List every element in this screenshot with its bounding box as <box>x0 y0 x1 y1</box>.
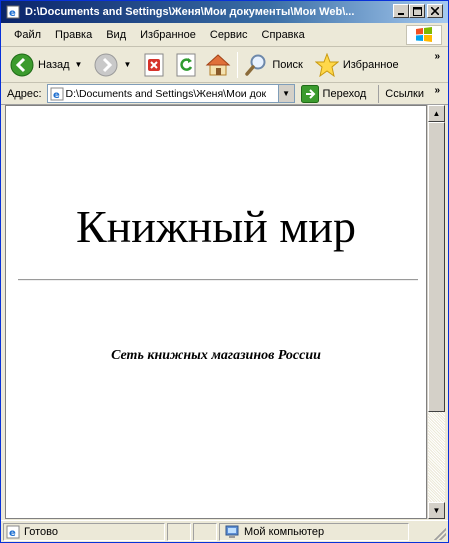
forward-button[interactable]: ▼ <box>91 50 134 80</box>
window-title: D:\Documents and Settings\Женя\Мои докум… <box>25 6 355 18</box>
menu-tools[interactable]: Сервис <box>203 29 255 41</box>
security-zone-text: Мой компьютер <box>244 525 325 538</box>
address-input[interactable]: e D:\Documents and Settings\Женя\Мои док… <box>46 84 295 103</box>
refresh-button[interactable] <box>172 50 200 80</box>
svg-text:e: e <box>9 528 16 539</box>
home-button[interactable] <box>202 50 234 80</box>
search-icon <box>245 54 266 76</box>
ie-page-icon: e <box>6 525 20 539</box>
minimize-button[interactable] <box>393 4 409 18</box>
computer-icon <box>225 525 239 538</box>
refresh-icon <box>176 53 196 76</box>
search-label: Поиск <box>272 58 303 71</box>
maximize-button[interactable] <box>409 4 425 18</box>
toolbar-overflow-icon[interactable]: » <box>434 51 440 62</box>
menu-file[interactable]: Файл <box>7 29 48 41</box>
status-bar: e Готово Мой компьютер <box>1 520 448 542</box>
status-pane-empty <box>167 522 191 541</box>
back-label: Назад <box>38 58 70 71</box>
horizontal-rule <box>18 279 418 281</box>
scroll-track[interactable] <box>428 412 445 502</box>
stop-button[interactable] <box>140 50 168 80</box>
scroll-down-button[interactable]: ▼ <box>428 502 445 519</box>
chevron-down-icon[interactable]: ▼ <box>123 60 131 69</box>
favorites-button[interactable]: Избранное <box>312 50 402 80</box>
page-subtitle: Сеть книжных магазинов России <box>111 348 321 363</box>
status-text: Готово <box>24 525 58 538</box>
address-label: Адрес: <box>7 87 42 100</box>
maximize-icon <box>412 6 422 16</box>
security-zone-pane: Мой компьютер <box>219 522 409 541</box>
windows-logo-icon <box>406 25 442 45</box>
scroll-thumb[interactable] <box>428 122 445 412</box>
close-button[interactable] <box>427 4 443 18</box>
stop-icon <box>144 53 164 76</box>
favorites-label: Избранное <box>342 58 399 71</box>
menu-favorites[interactable]: Избранное <box>133 29 203 41</box>
chevron-down-icon[interactable]: ▼ <box>75 60 83 69</box>
menu-view[interactable]: Вид <box>99 29 133 41</box>
links-button[interactable]: Ссылки <box>378 84 424 103</box>
go-label: Переход <box>322 87 367 100</box>
page-content: Книжный мир Сеть книжных магазинов Росси… <box>5 105 427 519</box>
toolbar: Назад ▼ ▼ Поиск Избранное » <box>1 47 448 83</box>
address-dropdown-button[interactable]: ▼ <box>277 85 294 102</box>
menu-edit[interactable]: Правка <box>48 29 99 41</box>
back-arrow-icon <box>10 53 34 76</box>
menu-help[interactable]: Справка <box>255 29 312 41</box>
title-bar[interactable]: e D:\Documents and Settings\Женя\Мои док… <box>1 1 448 23</box>
page-heading: Книжный мир <box>75 201 357 252</box>
svg-text:e: e <box>9 8 16 19</box>
back-button[interactable]: Назад ▼ <box>7 50 85 80</box>
minimize-icon <box>398 13 404 15</box>
menu-bar: Файл Правка Вид Избранное Сервис Справка <box>1 23 448 47</box>
resize-grip[interactable] <box>434 528 446 540</box>
status-pane-empty <box>193 522 217 541</box>
svg-text:e: e <box>53 90 60 101</box>
vertical-scrollbar[interactable]: ▲ ▼ <box>427 105 445 519</box>
address-bar: Адрес: e D:\Documents and Settings\Женя\… <box>1 83 448 105</box>
forward-arrow-icon <box>94 53 118 76</box>
scroll-up-button[interactable]: ▲ <box>428 105 445 122</box>
search-button[interactable]: Поиск <box>241 50 305 80</box>
home-icon <box>206 53 231 75</box>
favorites-star-icon <box>314 52 339 77</box>
toolbar-separator <box>237 51 239 78</box>
status-pane: e Готово <box>3 522 165 541</box>
ie-page-icon: e <box>5 4 21 20</box>
ie-page-icon: e <box>50 87 64 101</box>
links-overflow-icon[interactable]: » <box>434 85 440 96</box>
address-value: D:\Documents and Settings\Женя\Мои док <box>65 87 267 100</box>
go-button[interactable]: Переход <box>300 84 367 103</box>
browser-window: e D:\Documents and Settings\Женя\Мои док… <box>0 0 449 543</box>
go-arrow-icon <box>300 84 319 103</box>
close-icon <box>431 7 439 15</box>
